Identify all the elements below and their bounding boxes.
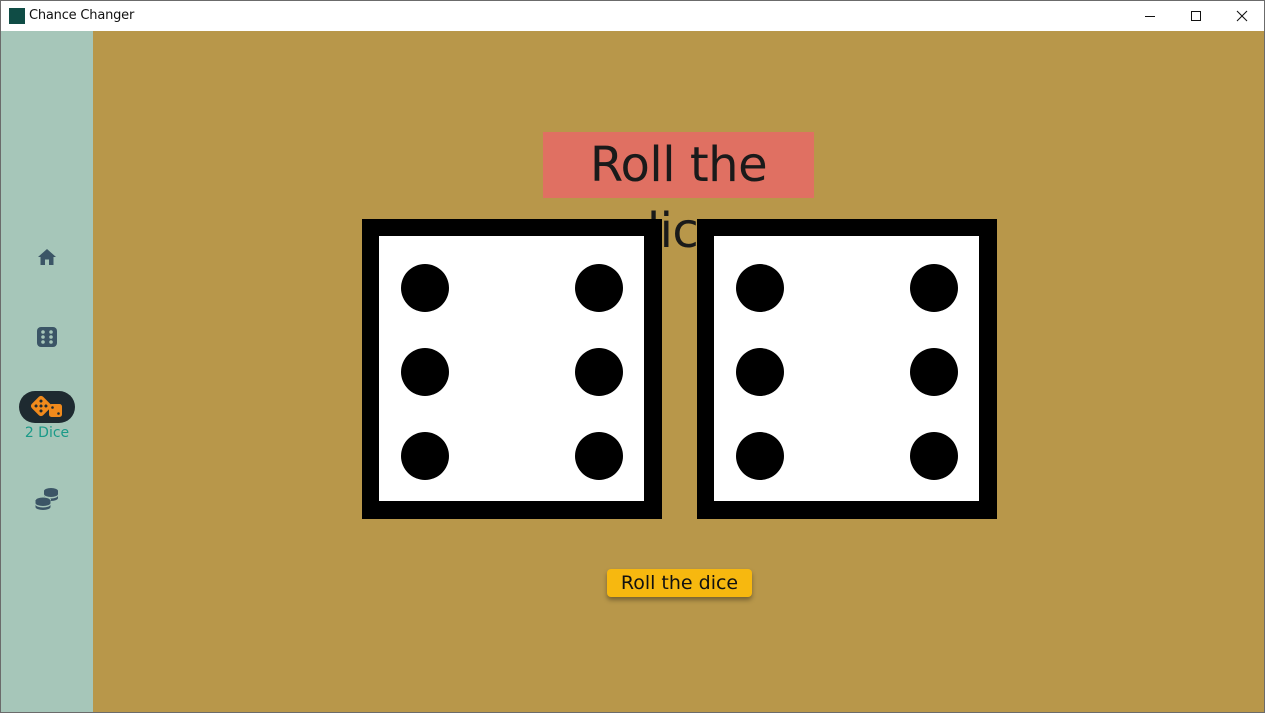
active-indicator (19, 391, 75, 423)
die-pip (401, 432, 449, 480)
sidebar-item-2-dice[interactable]: 2 Dice (1, 391, 93, 441)
main-content: Roll the dice Roll the dice (93, 31, 1264, 712)
app-window: Chance Changer 2 Dice Roll the dice Roll… (0, 0, 1265, 713)
maximize-icon (1191, 11, 1201, 21)
home-icon (38, 249, 56, 265)
die-pip (401, 348, 449, 396)
sidebar-nav: 2 Dice (1, 31, 93, 712)
app-icon (9, 8, 25, 24)
close-button[interactable] (1219, 1, 1264, 31)
minimize-button[interactable] (1127, 1, 1173, 31)
die-pip (736, 348, 784, 396)
die-pip (910, 264, 958, 312)
close-icon (1236, 10, 1248, 22)
sidebar-item-dice[interactable] (1, 321, 93, 353)
die-pip (575, 432, 623, 480)
page-title: Roll the dice (543, 132, 814, 259)
sidebar-item-home[interactable] (1, 241, 93, 273)
die-pip (736, 432, 784, 480)
die-right (697, 219, 997, 519)
title-bar[interactable]: Chance Changer (1, 1, 1264, 31)
die-face (379, 236, 644, 501)
minimize-icon (1145, 16, 1155, 17)
maximize-button[interactable] (1173, 1, 1219, 31)
die-left (362, 219, 662, 519)
two-dice-icon (30, 395, 62, 417)
sidebar-item-label: 2 Dice (24, 425, 70, 441)
die-pip (910, 348, 958, 396)
die-pip (575, 348, 623, 396)
die-pip (910, 432, 958, 480)
die-face (714, 236, 979, 501)
roll-dice-button[interactable]: Roll the dice (607, 569, 752, 597)
dice-six-icon (37, 327, 57, 347)
die-pip (575, 264, 623, 312)
sidebar-item-coins[interactable] (1, 483, 93, 515)
die-pip (401, 264, 449, 312)
window-title: Chance Changer (29, 8, 135, 23)
coins-icon (35, 488, 58, 510)
die-pip (736, 264, 784, 312)
